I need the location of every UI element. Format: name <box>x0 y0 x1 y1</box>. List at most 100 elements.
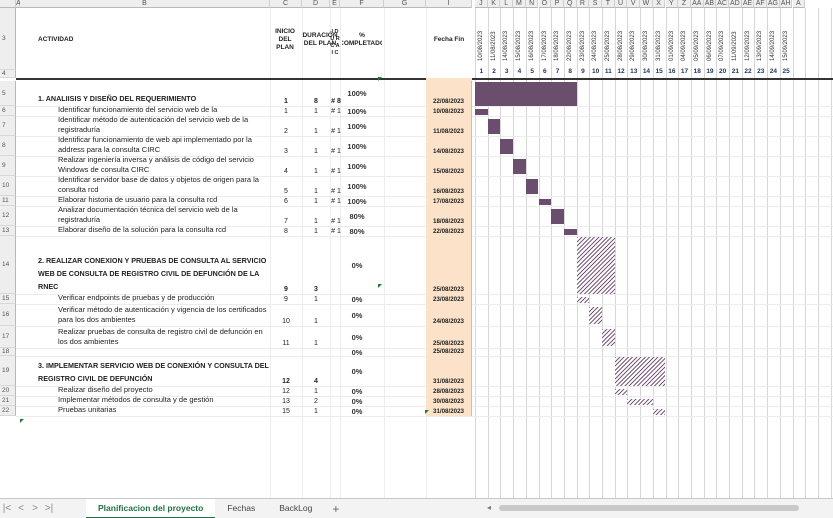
cell-duracion[interactable]: 3 <box>302 236 330 294</box>
cell-inicio[interactable]: 1 <box>270 81 302 106</box>
cell-fecha-fin[interactable]: 16/08/2023 <box>426 176 472 196</box>
prev-sheet-icon[interactable]: < <box>14 503 28 514</box>
cell-inicio[interactable]: 13 <box>270 396 302 406</box>
cell-inicio[interactable]: 6 <box>270 196 302 206</box>
cell-percent-complete[interactable]: 80% <box>338 226 376 236</box>
column-header-W[interactable]: W <box>640 0 653 8</box>
column-header-R[interactable]: R <box>576 0 590 8</box>
cell-percent-complete[interactable]: 100% <box>338 156 376 176</box>
column-header-AG[interactable]: AG <box>767 0 780 8</box>
column-header-AC[interactable]: AC <box>716 0 729 8</box>
row-header-17[interactable]: 17 <box>0 326 16 348</box>
activity-cell[interactable]: Identificar método de autenticación del … <box>20 115 272 136</box>
row-header-13[interactable]: 13 <box>0 226 16 236</box>
cell-inicio[interactable]: 11 <box>270 326 302 348</box>
row-header-11[interactable]: 11 <box>0 196 16 206</box>
cell-duracion[interactable]: 1 <box>302 106 330 116</box>
horizontal-scrollbar[interactable]: ◂ <box>485 503 833 513</box>
column-header-Y[interactable]: Y <box>665 0 679 8</box>
column-header-AE[interactable]: AE <box>741 0 755 8</box>
row-header-4[interactable]: 4 <box>0 70 16 78</box>
cell-duracion[interactable]: 1 <box>302 304 330 326</box>
spreadsheet-grid[interactable]: A B C D E F G I J K L M N O P Q R S T U V W X Y Z AA AB AC AD AE AF AG A… <box>0 0 833 498</box>
activity-cell[interactable]: Pruebas unitarias <box>20 405 272 416</box>
cell-percent-complete[interactable]: 0% <box>338 406 376 416</box>
activity-cell[interactable]: Elaborar diseño de la solución para la c… <box>20 225 272 236</box>
column-header-B[interactable]: B <box>20 0 270 8</box>
add-sheet-icon[interactable]: + <box>324 502 347 516</box>
cell-fecha-fin[interactable]: 25/08/2023 <box>426 348 472 356</box>
cell-duracion[interactable]: 1 <box>302 406 330 416</box>
cell-inicio[interactable]: 9 <box>270 236 302 294</box>
cell-percent-complete[interactable]: 100% <box>338 106 376 116</box>
activity-cell[interactable]: 2. REALIZAR CONEXION Y PRUEBAS DE CONSUL… <box>38 236 270 294</box>
cell-percent-complete[interactable]: 0% <box>338 348 376 357</box>
cell-percent-complete[interactable]: 100% <box>338 176 376 196</box>
cell-duracion[interactable]: 1 <box>302 176 330 196</box>
row-header-7[interactable]: 7 <box>0 116 16 136</box>
cell-duracion[interactable]: 1 <box>302 156 330 176</box>
cell-percent-complete[interactable]: 0% <box>338 356 376 386</box>
cell-percent-complete[interactable]: 0% <box>338 304 376 326</box>
column-header-AH[interactable]: AH <box>779 0 793 8</box>
cell-inicio[interactable]: 10 <box>270 304 302 326</box>
cell-duracion[interactable]: 1 <box>302 294 330 304</box>
column-header-Q[interactable]: Q <box>563 0 577 8</box>
cell-inicio[interactable] <box>270 348 302 356</box>
cell-fecha-fin[interactable]: 15/08/2023 <box>426 156 472 176</box>
row-header-12[interactable]: 12 <box>0 206 16 226</box>
cell-percent-complete[interactable]: 0% <box>338 236 376 294</box>
cell-inicio[interactable]: 12 <box>270 386 302 396</box>
cell-duracion[interactable]: 8 <box>302 81 330 106</box>
row-header-9[interactable]: 9 <box>0 156 16 176</box>
row-header-20[interactable]: 20 <box>0 386 16 396</box>
row-header-10[interactable]: 10 <box>0 176 16 196</box>
cell-fecha-fin[interactable]: 25/08/2023 <box>426 326 472 348</box>
cell-percent-complete[interactable]: 100% <box>338 196 376 206</box>
cell-fecha-fin[interactable]: 22/08/2023 <box>426 226 472 236</box>
column-header-V[interactable]: V <box>627 0 641 8</box>
select-all-corner[interactable] <box>0 0 16 8</box>
row-header-21[interactable]: 21 <box>0 396 16 406</box>
cell-percent-complete[interactable]: 100% <box>338 136 376 156</box>
column-header-L[interactable]: L <box>500 0 514 8</box>
column-header-A[interactable]: A <box>792 0 806 8</box>
column-header-C[interactable]: C <box>270 0 302 8</box>
cell-duracion[interactable]: 1 <box>302 116 330 136</box>
cell-fecha-fin[interactable]: 18/08/2023 <box>426 206 472 226</box>
cell-duracion[interactable]: 1 <box>302 326 330 348</box>
cell-percent-complete[interactable]: 0% <box>338 294 376 304</box>
row-header-19[interactable]: 19 <box>0 356 16 386</box>
cell-fecha-fin[interactable]: 11/08/2023 <box>426 116 472 136</box>
cell-fecha-fin[interactable]: 14/08/2023 <box>426 136 472 156</box>
cell-fecha-fin[interactable]: 23/08/2023 <box>426 294 472 304</box>
cell-inicio[interactable]: 8 <box>270 226 302 236</box>
row-header-18[interactable]: 18 <box>0 348 16 356</box>
row-header-8[interactable]: 8 <box>0 136 16 156</box>
column-header-I[interactable]: I <box>426 0 472 8</box>
scrollbar-thumb[interactable] <box>499 505 799 511</box>
cell-inicio[interactable]: 9 <box>270 294 302 304</box>
activity-cell[interactable]: Analizar documentación técnica del servi… <box>20 205 272 226</box>
cell-fecha-fin[interactable]: 28/08/2023 <box>426 386 472 396</box>
cell-duracion[interactable]: 1 <box>302 196 330 206</box>
activity-cell[interactable]: 1. ANALIISIS Y DISEÑO DEL REQUERIMIENTO <box>38 81 270 106</box>
column-header-O[interactable]: O <box>538 0 552 8</box>
cell-inicio[interactable]: 3 <box>270 136 302 156</box>
activity-cell[interactable]: Verificar endpoints de pruebas y de prod… <box>20 293 272 304</box>
activity-cell[interactable]: Identificar funcionamiento de web api im… <box>20 135 272 156</box>
column-header-AB[interactable]: AB <box>703 0 717 8</box>
scroll-left-icon[interactable]: ◂ <box>487 503 491 512</box>
next-sheet-icon[interactable]: > <box>28 503 42 514</box>
cell-percent-complete[interactable]: 0% <box>338 326 376 348</box>
cell-percent-complete[interactable]: 100% <box>338 81 376 106</box>
cell-fecha-fin[interactable]: 17/08/2023 <box>426 196 472 206</box>
tab-fechas[interactable]: Fechas <box>215 499 267 518</box>
column-header-T[interactable]: T <box>602 0 615 8</box>
row-header-16[interactable]: 16 <box>0 304 16 326</box>
cell-percent-complete[interactable]: 0% <box>338 396 376 406</box>
column-header-N[interactable]: N <box>525 0 539 8</box>
cell-duracion[interactable]: 4 <box>302 356 330 386</box>
cell-inicio[interactable]: 15 <box>270 406 302 416</box>
cell-percent-complete[interactable]: 0% <box>338 386 376 396</box>
